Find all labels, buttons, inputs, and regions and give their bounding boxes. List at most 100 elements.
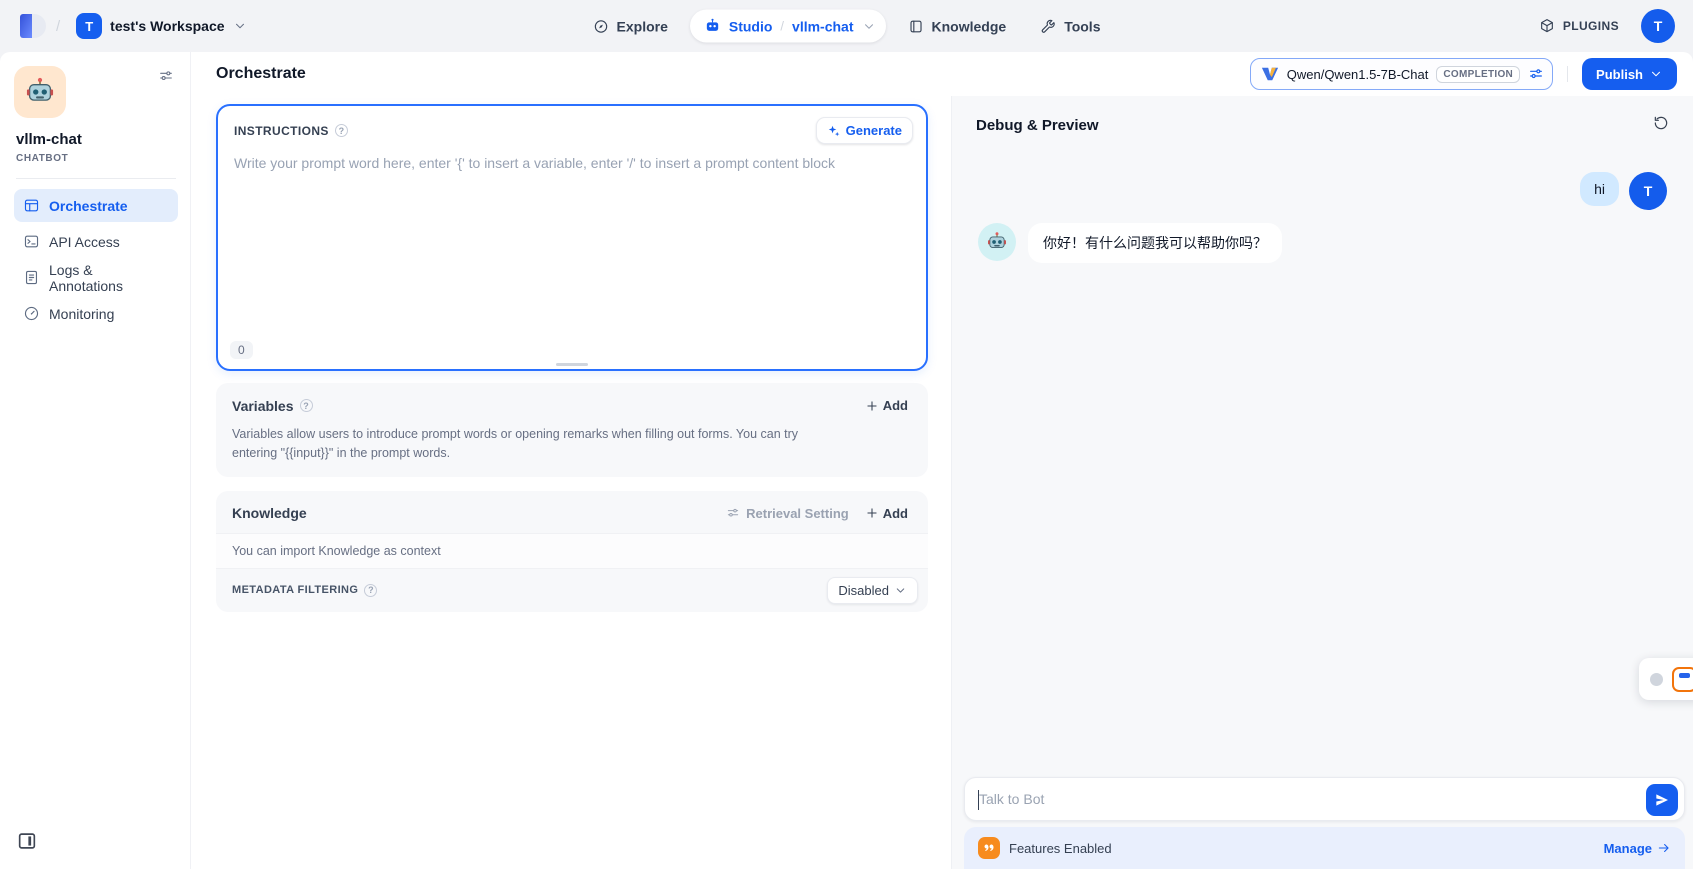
main-body: INSTRUCTIONS Generate Write your prompt … — [191, 96, 1693, 869]
nav-studio-separator: / — [780, 19, 784, 34]
send-icon — [1654, 792, 1670, 808]
chevron-down-icon — [233, 19, 247, 33]
vllm-logo-icon — [1261, 65, 1279, 83]
header-separator — [1567, 66, 1568, 82]
plugins-button[interactable]: PLUGINS — [1531, 12, 1627, 40]
app-settings-button[interactable] — [156, 66, 176, 91]
metadata-filtering-title: METADATA FILTERING — [232, 584, 358, 596]
features-icon — [978, 837, 1000, 859]
metadata-filtering-dropdown[interactable]: Disabled — [827, 577, 918, 604]
char-count: 0 — [230, 341, 253, 359]
nav-explore[interactable]: Explore — [581, 10, 680, 42]
sidebar-item-api-access[interactable]: API Access — [14, 225, 178, 258]
nav-explore-label: Explore — [617, 18, 668, 34]
chat-area: hi T — [952, 144, 1693, 777]
header-actions: Qwen/Qwen1.5-7B-Chat COMPLETION Publish — [1250, 58, 1677, 90]
generate-button[interactable]: Generate — [816, 117, 913, 144]
monitoring-icon — [23, 305, 40, 322]
app-sidebar: vllm-chat CHATBOT Orchestrate API Access — [0, 52, 190, 869]
robot-icon — [704, 18, 721, 35]
nav-tools[interactable]: Tools — [1028, 10, 1112, 42]
knowledge-description: You can import Knowledge as context — [216, 533, 928, 569]
generate-label: Generate — [846, 123, 902, 138]
collapse-sidebar-button[interactable] — [16, 830, 38, 857]
sliders-icon — [158, 68, 174, 84]
debug-title: Debug & Preview — [976, 117, 1099, 134]
topbar-right: PLUGINS T — [1531, 9, 1675, 43]
workspace-avatar: T — [76, 13, 102, 39]
top-navigation-bar: / T test's Workspace Explore — [0, 0, 1693, 52]
debug-header: Debug & Preview — [952, 96, 1693, 144]
add-variable-button[interactable]: Add — [857, 394, 916, 417]
app-type-label: CHATBOT — [14, 153, 178, 164]
workspace-selector[interactable]: T test's Workspace — [70, 9, 252, 43]
plus-icon — [865, 399, 879, 413]
prompt-editor[interactable]: Write your prompt word here, enter '{' t… — [218, 150, 926, 369]
sidebar-item-label: API Access — [49, 234, 120, 250]
chevron-down-icon — [1649, 67, 1663, 81]
variables-description: Variables allow users to introduce promp… — [216, 425, 856, 477]
chat-message-user: hi T — [978, 172, 1667, 210]
user-message-bubble: hi — [1580, 172, 1619, 206]
settings-sliders-icon — [726, 506, 740, 520]
add-knowledge-button[interactable]: Add — [857, 502, 916, 525]
help-icon — [300, 399, 313, 412]
add-variable-label: Add — [883, 398, 908, 413]
terminal-icon — [23, 233, 40, 250]
resize-handle[interactable] — [556, 363, 588, 366]
floating-helper-widget[interactable] — [1639, 658, 1693, 700]
breadcrumb-separator: / — [56, 18, 60, 35]
sidebar-item-logs-annotations[interactable]: Logs & Annotations — [14, 261, 178, 294]
instructions-panel: INSTRUCTIONS Generate Write your prompt … — [216, 104, 928, 371]
manage-label: Manage — [1604, 841, 1652, 856]
features-enabled-label: Features Enabled — [1009, 841, 1112, 856]
variables-title: Variables — [232, 398, 294, 414]
chat-input-area: Features Enabled Manage — [952, 777, 1693, 869]
topbar-left: / T test's Workspace — [18, 9, 253, 43]
nav-knowledge[interactable]: Knowledge — [896, 10, 1019, 42]
chat-input[interactable] — [965, 778, 1684, 820]
manage-features-link[interactable]: Manage — [1604, 841, 1671, 856]
chat-message-bot: 你好！有什么问题我可以帮助你吗？ — [978, 223, 1667, 263]
publish-button[interactable]: Publish — [1582, 58, 1677, 90]
sidebar-divider — [16, 178, 176, 179]
robot-emoji-icon — [986, 231, 1008, 253]
model-mode-badge: COMPLETION — [1436, 66, 1520, 83]
orchestrate-icon — [23, 197, 40, 214]
sidebar-item-label: Monitoring — [49, 306, 114, 322]
quote-icon — [983, 842, 995, 854]
app-avatar — [14, 66, 66, 118]
explore-icon — [593, 18, 609, 34]
nav-studio[interactable]: Studio / vllm-chat — [690, 10, 886, 43]
retrieval-setting-button[interactable]: Retrieval Setting — [718, 502, 857, 525]
topbar-nav: Explore Studio / vllm-chat Knowledge — [581, 10, 1113, 43]
user-message-avatar: T — [1629, 172, 1667, 210]
metadata-filtering-value: Disabled — [838, 583, 889, 598]
send-button[interactable] — [1646, 784, 1678, 816]
orchestrate-column: INSTRUCTIONS Generate Write your prompt … — [191, 96, 951, 869]
sparkle-icon — [827, 124, 841, 138]
tools-icon — [1040, 18, 1056, 34]
bot-avatar — [978, 223, 1016, 261]
knowledge-header: Knowledge Retrieval Setting Add — [216, 491, 928, 533]
retrieval-setting-label: Retrieval Setting — [746, 506, 849, 521]
nav-studio-app-name: vllm-chat — [792, 18, 853, 34]
publish-label: Publish — [1596, 67, 1643, 82]
restart-conversation-button[interactable] — [1653, 115, 1669, 136]
user-avatar[interactable]: T — [1641, 9, 1675, 43]
nav-studio-label: Studio — [729, 18, 773, 34]
text-caret — [978, 790, 979, 810]
help-icon — [364, 584, 377, 597]
dify-logo[interactable] — [18, 13, 46, 39]
sidebar-item-label: Logs & Annotations — [49, 262, 169, 294]
model-selector[interactable]: Qwen/Qwen1.5-7B-Chat COMPLETION — [1250, 58, 1553, 90]
arrow-right-icon — [1657, 841, 1671, 855]
knowledge-panel: Knowledge Retrieval Setting Add — [216, 491, 928, 612]
plus-icon — [865, 506, 879, 520]
main-area: Orchestrate Qwen/Qwen1.5-7B-Chat COMPLET… — [190, 52, 1693, 869]
model-parameters-button[interactable] — [1528, 66, 1544, 82]
sidebar-item-orchestrate[interactable]: Orchestrate — [14, 189, 178, 222]
sidebar-item-monitoring[interactable]: Monitoring — [14, 297, 178, 330]
robot-emoji-icon — [24, 76, 56, 108]
content-area: vllm-chat CHATBOT Orchestrate API Access — [0, 52, 1693, 869]
